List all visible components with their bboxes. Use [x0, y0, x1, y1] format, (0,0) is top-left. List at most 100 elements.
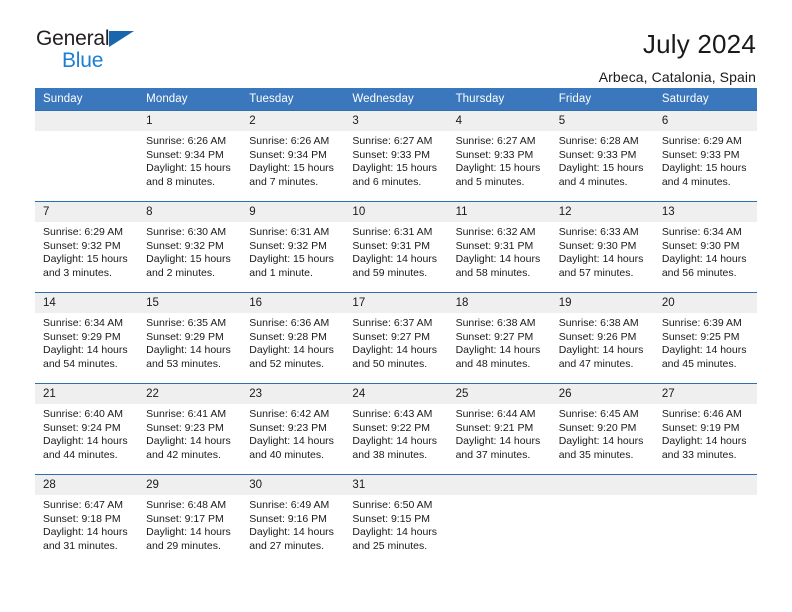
day-cell[interactable]: Sunrise: 6:46 AM Sunset: 9:19 PM Dayligh…: [654, 404, 757, 474]
day-number[interactable]: 21: [35, 384, 138, 404]
sunset-text: Sunset: 9:22 PM: [352, 421, 431, 434]
sunrise-text: Sunrise: 6:27 AM: [455, 135, 536, 147]
day-cell[interactable]: Sunrise: 6:44 AM Sunset: 9:21 PM Dayligh…: [448, 404, 551, 474]
week-day-number-band: 21 22 23 24 25 26 27: [35, 384, 757, 404]
triangle-icon: [109, 31, 134, 47]
day-cell[interactable]: Sunrise: 6:37 AM Sunset: 9:27 PM Dayligh…: [344, 313, 447, 383]
general-blue-logo[interactable]: General Blue: [36, 28, 140, 76]
day-number[interactable]: 29: [138, 475, 241, 495]
day-cell[interactable]: Sunrise: 6:43 AM Sunset: 9:22 PM Dayligh…: [344, 404, 447, 474]
day-cell[interactable]: Sunrise: 6:41 AM Sunset: 9:23 PM Dayligh…: [138, 404, 241, 474]
day-number[interactable]: 16: [241, 293, 344, 313]
day-number[interactable]: [448, 475, 551, 495]
sunrise-text: Sunrise: 6:37 AM: [352, 317, 433, 329]
day-number[interactable]: [35, 111, 138, 131]
day-cell[interactable]: Sunrise: 6:33 AM Sunset: 9:30 PM Dayligh…: [551, 222, 654, 292]
day-cell[interactable]: Sunrise: 6:36 AM Sunset: 9:28 PM Dayligh…: [241, 313, 344, 383]
day-number[interactable]: 28: [35, 475, 138, 495]
sunrise-text: Sunrise: 6:33 AM: [558, 226, 639, 238]
day-number[interactable]: 31: [344, 475, 447, 495]
sunrise-text: Sunrise: 6:50 AM: [352, 499, 433, 511]
daylight-text: Daylight: 14 hours and 54 minutes.: [43, 344, 128, 370]
day-cell[interactable]: Sunrise: 6:48 AM Sunset: 9:17 PM Dayligh…: [138, 495, 241, 565]
day-cell[interactable]: Sunrise: 6:31 AM Sunset: 9:32 PM Dayligh…: [241, 222, 344, 292]
sunrise-text: Sunrise: 6:39 AM: [661, 317, 742, 329]
week-detail-band: Sunrise: 6:26 AM Sunset: 9:34 PM Dayligh…: [35, 131, 757, 201]
day-cell[interactable]: Sunrise: 6:47 AM Sunset: 9:18 PM Dayligh…: [35, 495, 138, 565]
day-cell[interactable]: Sunrise: 6:45 AM Sunset: 9:20 PM Dayligh…: [551, 404, 654, 474]
day-cell[interactable]: Sunrise: 6:35 AM Sunset: 9:29 PM Dayligh…: [138, 313, 241, 383]
calendar-page: General Blue July 2024 Arbeca, Catalonia…: [0, 0, 792, 612]
sunset-text: Sunset: 9:18 PM: [43, 512, 121, 525]
day-cell[interactable]: Sunrise: 6:30 AM Sunset: 9:32 PM Dayligh…: [138, 222, 241, 292]
day-number[interactable]: 23: [241, 384, 344, 404]
day-cell[interactable]: Sunrise: 6:40 AM Sunset: 9:24 PM Dayligh…: [35, 404, 138, 474]
daylight-text: Daylight: 14 hours and 45 minutes.: [661, 344, 747, 370]
calendar-week-row: 28 29 30 31 Sunrise: 6:47 AM Sunset: 9:1…: [35, 474, 757, 565]
day-number[interactable]: [551, 475, 654, 495]
day-number[interactable]: 18: [448, 293, 551, 313]
day-number[interactable]: 14: [35, 293, 138, 313]
day-cell[interactable]: Sunrise: 6:34 AM Sunset: 9:30 PM Dayligh…: [654, 222, 757, 292]
day-number[interactable]: 10: [344, 202, 447, 222]
week-day-number-band: 7 8 9 10 11 12 13: [35, 202, 757, 222]
day-cell[interactable]: [448, 495, 551, 565]
daylight-text: Daylight: 14 hours and 33 minutes.: [661, 435, 747, 461]
sunset-text: Sunset: 9:33 PM: [661, 148, 740, 161]
day-number[interactable]: 22: [138, 384, 241, 404]
day-number[interactable]: [654, 475, 757, 495]
day-number[interactable]: 8: [138, 202, 241, 222]
day-number[interactable]: 3: [344, 111, 447, 131]
sunset-text: Sunset: 9:26 PM: [558, 330, 637, 343]
day-number[interactable]: 6: [654, 111, 757, 131]
day-number[interactable]: 12: [551, 202, 654, 222]
day-cell[interactable]: Sunrise: 6:49 AM Sunset: 9:16 PM Dayligh…: [241, 495, 344, 565]
day-number[interactable]: 25: [448, 384, 551, 404]
day-cell[interactable]: Sunrise: 6:26 AM Sunset: 9:34 PM Dayligh…: [241, 131, 344, 201]
sunrise-text: Sunrise: 6:31 AM: [249, 226, 330, 238]
sunrise-text: Sunrise: 6:38 AM: [455, 317, 536, 329]
day-number[interactable]: 27: [654, 384, 757, 404]
day-cell[interactable]: Sunrise: 6:39 AM Sunset: 9:25 PM Dayligh…: [654, 313, 757, 383]
day-cell[interactable]: Sunrise: 6:26 AM Sunset: 9:34 PM Dayligh…: [138, 131, 241, 201]
day-number[interactable]: 26: [551, 384, 654, 404]
day-number[interactable]: 1: [138, 111, 241, 131]
day-number[interactable]: 11: [448, 202, 551, 222]
day-cell[interactable]: Sunrise: 6:32 AM Sunset: 9:31 PM Dayligh…: [448, 222, 551, 292]
day-number[interactable]: 2: [241, 111, 344, 131]
day-number[interactable]: 9: [241, 202, 344, 222]
day-cell[interactable]: Sunrise: 6:27 AM Sunset: 9:33 PM Dayligh…: [448, 131, 551, 201]
daylight-text: Daylight: 14 hours and 38 minutes.: [352, 435, 438, 461]
day-cell[interactable]: Sunrise: 6:28 AM Sunset: 9:33 PM Dayligh…: [551, 131, 654, 201]
day-number[interactable]: 30: [241, 475, 344, 495]
day-cell[interactable]: [35, 131, 138, 201]
day-number[interactable]: 17: [344, 293, 447, 313]
daylight-text: Daylight: 14 hours and 37 minutes.: [455, 435, 541, 461]
day-number[interactable]: 7: [35, 202, 138, 222]
day-number[interactable]: 24: [344, 384, 447, 404]
day-cell[interactable]: Sunrise: 6:50 AM Sunset: 9:15 PM Dayligh…: [344, 495, 447, 565]
day-cell[interactable]: Sunrise: 6:27 AM Sunset: 9:33 PM Dayligh…: [344, 131, 447, 201]
daylight-text: Daylight: 14 hours and 59 minutes.: [352, 253, 438, 279]
calendar-week-row: 14 15 16 17 18 19 20 Sunrise: 6:34 AM Su…: [35, 292, 757, 383]
day-number[interactable]: 4: [448, 111, 551, 131]
day-cell[interactable]: Sunrise: 6:38 AM Sunset: 9:27 PM Dayligh…: [448, 313, 551, 383]
daylight-text: Daylight: 14 hours and 47 minutes.: [558, 344, 644, 370]
day-cell[interactable]: Sunrise: 6:31 AM Sunset: 9:31 PM Dayligh…: [344, 222, 447, 292]
day-cell[interactable]: [654, 495, 757, 565]
day-cell[interactable]: Sunrise: 6:42 AM Sunset: 9:23 PM Dayligh…: [241, 404, 344, 474]
day-header-saturday: Saturday: [661, 93, 709, 105]
day-cell[interactable]: [551, 495, 654, 565]
sunset-text: Sunset: 9:33 PM: [558, 148, 637, 161]
day-cell[interactable]: Sunrise: 6:38 AM Sunset: 9:26 PM Dayligh…: [551, 313, 654, 383]
day-number[interactable]: 20: [654, 293, 757, 313]
day-number[interactable]: 5: [551, 111, 654, 131]
day-cell[interactable]: Sunrise: 6:29 AM Sunset: 9:32 PM Dayligh…: [35, 222, 138, 292]
day-cell[interactable]: Sunrise: 6:34 AM Sunset: 9:29 PM Dayligh…: [35, 313, 138, 383]
day-number[interactable]: 13: [654, 202, 757, 222]
day-cell[interactable]: Sunrise: 6:29 AM Sunset: 9:33 PM Dayligh…: [654, 131, 757, 201]
day-number[interactable]: 15: [138, 293, 241, 313]
sunrise-text: Sunrise: 6:29 AM: [661, 135, 742, 147]
day-header-tuesday: Tuesday: [249, 93, 294, 105]
day-number[interactable]: 19: [551, 293, 654, 313]
